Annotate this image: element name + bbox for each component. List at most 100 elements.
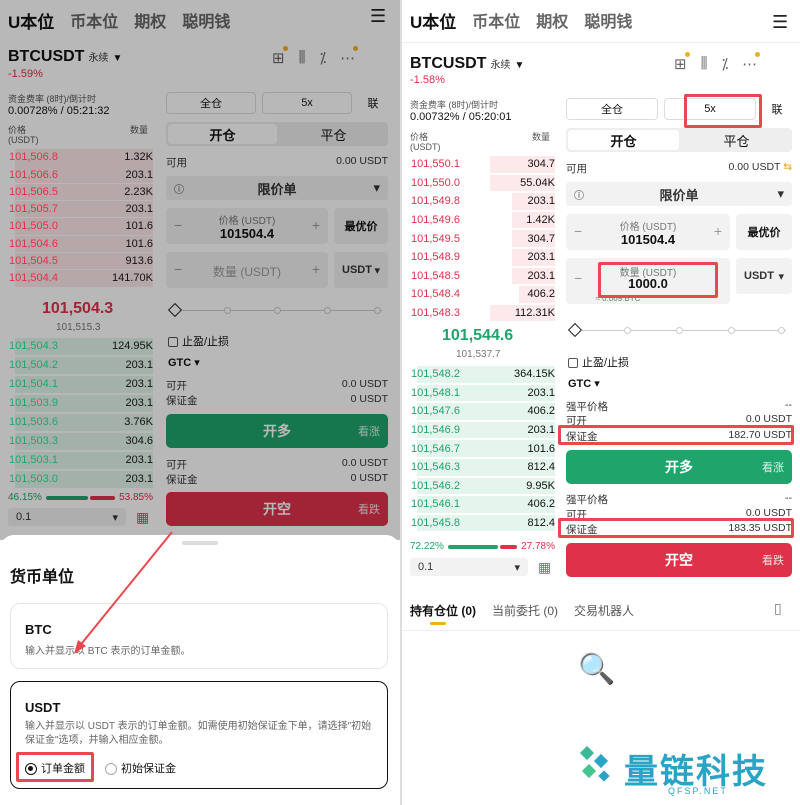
amount-slider[interactable]	[567, 322, 792, 338]
tab-usdt-m[interactable]: U本位	[410, 8, 456, 33]
tpsl-checkbox[interactable]: 止盈/止损	[568, 354, 629, 370]
ask-row[interactable]: 101,549.6 1.42K	[410, 211, 555, 230]
bid-row[interactable]: 101,547.6 406.2	[410, 402, 555, 421]
leverage-button[interactable]: 5x	[664, 98, 756, 120]
quantity-unit-select[interactable]: USDT ▾	[736, 258, 792, 294]
bid-row[interactable]: 101,546.7 101.6	[410, 439, 555, 458]
sell-bar	[499, 544, 518, 549]
symbol-selector[interactable]: BTCUSDT 永续 ▼	[410, 55, 524, 73]
can-open-label: 可开	[566, 415, 587, 427]
open-long-button[interactable]: 开多 看涨	[566, 450, 792, 484]
bid-row[interactable]: 101,546.9 203.1	[410, 421, 555, 440]
row-price: 101,503.6	[9, 416, 58, 429]
row-price: 101,548.2	[411, 368, 460, 381]
row-qty: 203.1	[125, 378, 153, 391]
buy-ratio: 72.22%	[410, 541, 444, 552]
quantity-unit: USDT	[744, 270, 774, 282]
buy-bar	[447, 544, 498, 549]
row-qty: 124.95K	[112, 340, 153, 353]
row-qty: 203.1	[527, 386, 555, 399]
tpsl-label: 止盈/止损	[582, 357, 630, 369]
row-qty: 913.6	[125, 255, 153, 268]
info-icon: ⓘ	[574, 190, 584, 202]
transfer-icon[interactable]: ⇆	[783, 161, 792, 173]
ask-row[interactable]: 101,549.8 203.1	[410, 192, 555, 211]
tab-smart-money[interactable]: 聪明钱	[584, 8, 632, 33]
caret-down-icon: ▾	[514, 561, 520, 574]
depth-value: 0.1	[418, 561, 434, 573]
symbol-name: BTCUSDT	[410, 55, 487, 72]
buy-sell-ratio: 72.22% 27.78%	[410, 541, 555, 552]
tab-open-orders[interactable]: 当前委托 (0)	[492, 602, 558, 619]
ask-row[interactable]: 101,548.4 406.2	[410, 285, 555, 304]
ask-row[interactable]: 101,548.9 203.1	[410, 248, 555, 267]
ask-row[interactable]: 101,549.5 304.7	[410, 229, 555, 248]
row-price: 101,506.5	[9, 185, 58, 198]
best-price-button[interactable]: 最优价	[736, 214, 792, 250]
candlestick-icon[interactable]: ⫼	[701, 55, 708, 73]
more-icon[interactable]: ⋯	[742, 52, 761, 73]
bid-row[interactable]: 101,546.1 406.2	[410, 495, 555, 514]
row-price: 101,546.7	[411, 442, 460, 455]
available-value: 0.00 USDT	[728, 161, 781, 173]
gift-icon[interactable]: ⊞	[674, 52, 690, 73]
ask-row[interactable]: 101,550.1 304.7	[410, 155, 555, 174]
bid-row[interactable]: 101,546.2 9.95K	[410, 477, 555, 496]
ask-row[interactable]: 101,548.3 112.31K	[410, 304, 555, 323]
slider-handle[interactable]	[567, 322, 583, 338]
row-price: 101,548.4	[411, 288, 460, 301]
row-qty: 101.6	[125, 220, 153, 233]
calculator-icon[interactable]: ⁒	[721, 55, 728, 73]
bid-row[interactable]: 101,546.3 812.4	[410, 458, 555, 477]
history-icon[interactable]: ▯	[774, 600, 782, 617]
row-qty: 203.1	[527, 251, 555, 264]
orderbook-layout-icon[interactable]: ▦	[538, 559, 551, 576]
tab-close[interactable]: 平仓	[681, 128, 792, 152]
row-qty: 304.6	[125, 435, 153, 448]
row-price: 101,503.3	[9, 435, 58, 448]
bid-row[interactable]: 101,545.8 812.4	[410, 514, 555, 533]
open-short-button[interactable]: 开空 看跌	[566, 543, 792, 577]
row-price: 101,549.6	[411, 214, 460, 227]
tab-options[interactable]: 期权	[536, 8, 568, 33]
ask-row[interactable]: 101,548.5 203.1	[410, 267, 555, 286]
watermark-sub: QFSP.NET	[668, 786, 728, 796]
bid-row[interactable]: 101,548.2 364.15K	[410, 365, 555, 384]
price-change: -1.58%	[410, 74, 445, 86]
price-field[interactable]: − 价格 (USDT) 101504.4 +	[566, 214, 730, 250]
row-qty: 112.31K	[514, 307, 555, 320]
tab-positions[interactable]: 持有仓位 (0)	[410, 602, 476, 619]
liq-price-row-2: 强平价格 --	[566, 492, 792, 507]
row-price: 101,506.6	[9, 168, 58, 181]
row-qty: 55.04K	[520, 176, 555, 189]
col-unit: (USDT)	[410, 142, 441, 152]
row-price: 101,504.5	[9, 255, 58, 268]
row-price: 101,546.3	[411, 461, 460, 474]
row-qty: 203.1	[125, 203, 153, 216]
tab-coin-m[interactable]: 币本位	[472, 8, 520, 33]
plus-icon[interactable]: +	[714, 223, 722, 239]
mark-price: 101,537.7	[456, 349, 501, 360]
bid-row[interactable]: 101,548.1 203.1	[410, 384, 555, 403]
tif-select[interactable]: GTC ▾	[568, 377, 600, 390]
row-qty: 203.1	[527, 195, 555, 208]
can-open-row-2: 可开 0.0 USDT	[566, 507, 792, 522]
row-price: 101,547.6	[411, 405, 460, 418]
row-price: 101,503.9	[9, 397, 58, 410]
tab-trading-bots[interactable]: 交易机器人	[574, 602, 634, 619]
tab-open[interactable]: 开仓	[568, 130, 679, 150]
depth-select[interactable]: 0.1 ▾	[410, 558, 528, 576]
row-qty: 812.4	[527, 517, 555, 530]
row-qty: 203.1	[125, 168, 153, 181]
order-type-select[interactable]: ⓘ 限价单 ▾	[566, 182, 792, 206]
margin-mode-button[interactable]: 全仓	[566, 98, 658, 120]
quantity-field[interactable]: − 数量 (USDT) 1000.0 ≈ 0.009 BTC	[566, 258, 730, 304]
menu-icon[interactable]: ☰	[772, 12, 788, 33]
row-price: 101,549.8	[411, 195, 460, 208]
ask-row[interactable]: 101,550.0 55.04K	[410, 174, 555, 193]
short-tag: 看跌	[762, 555, 784, 567]
row-qty: 406.2	[527, 498, 555, 511]
tabs-divider	[402, 630, 800, 631]
link-button[interactable]: 联	[762, 98, 792, 120]
row-qty: 101.6	[527, 442, 555, 455]
